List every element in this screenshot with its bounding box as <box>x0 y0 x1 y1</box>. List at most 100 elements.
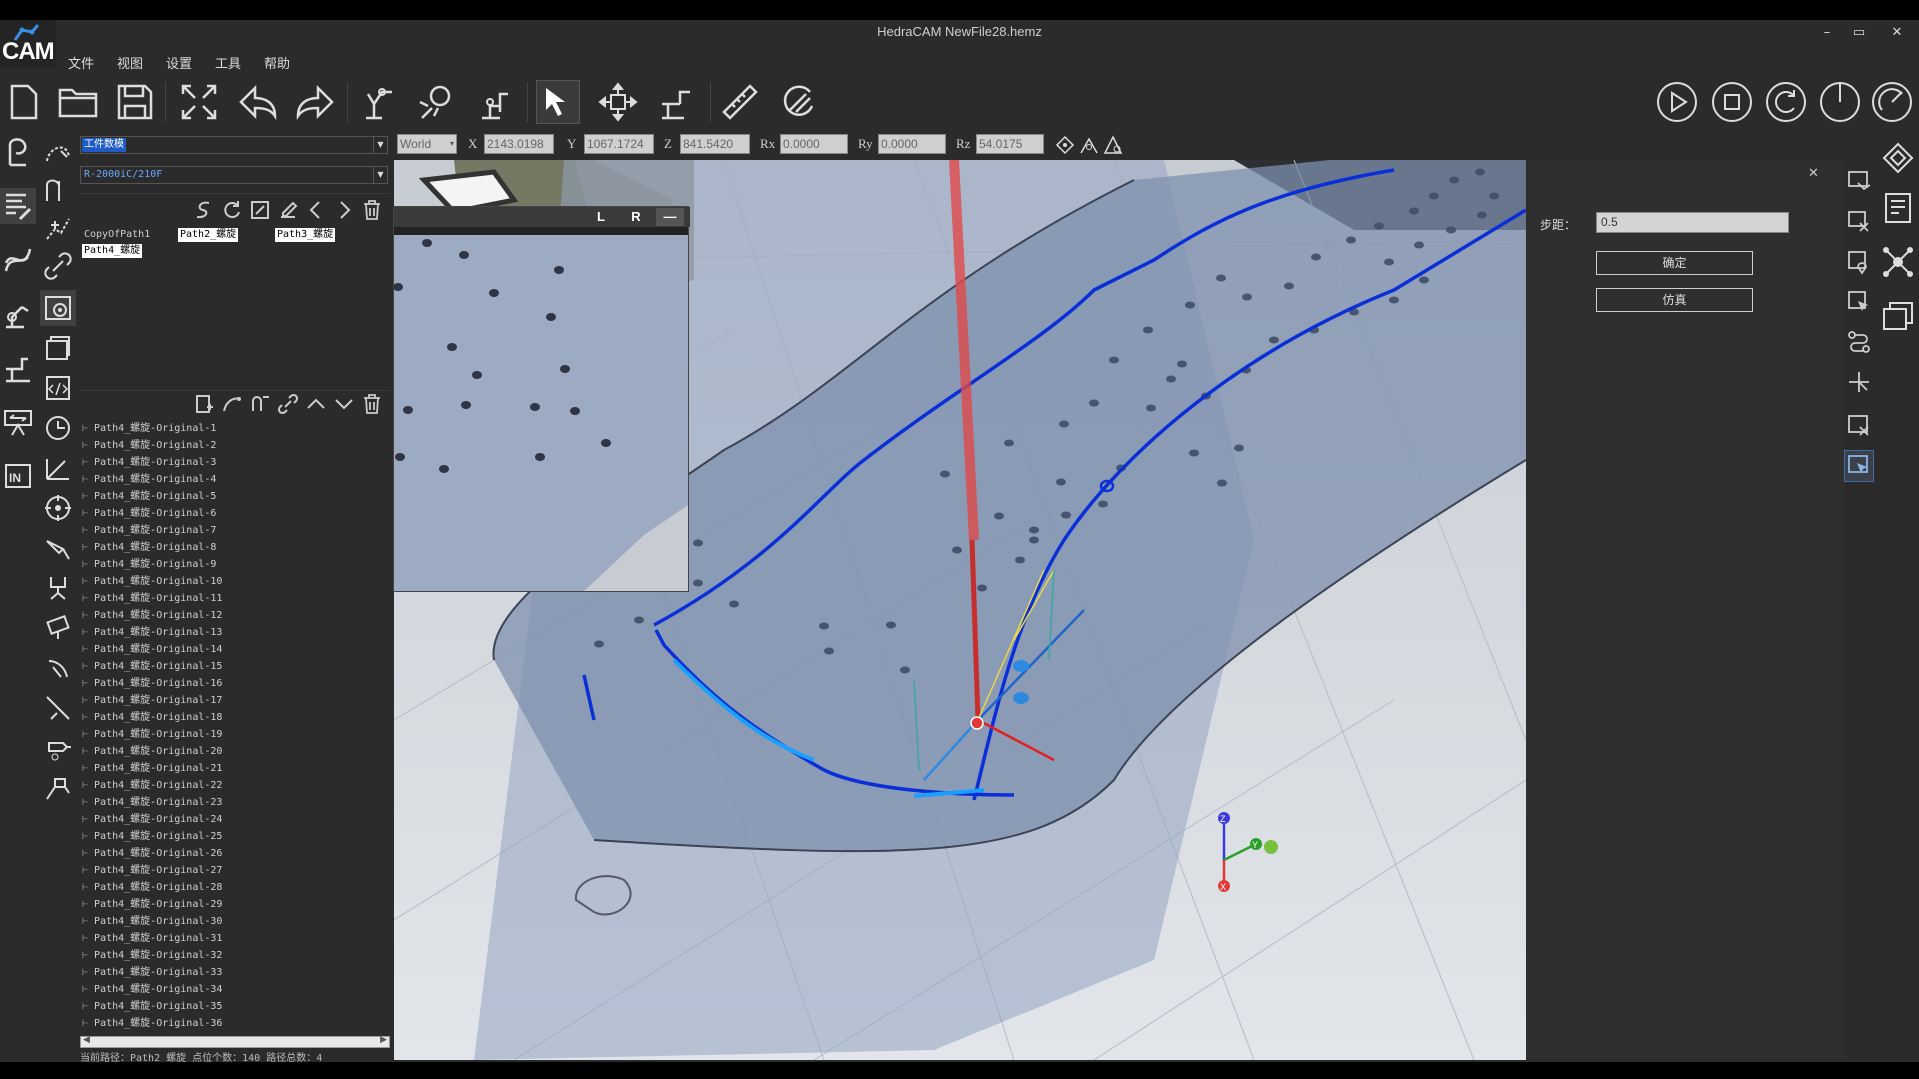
list-item[interactable]: ⊢ Path4_螺旋-Original-29 <box>80 896 390 913</box>
mini-minimize-button[interactable]: — <box>656 208 684 226</box>
edit-path-button[interactable] <box>248 198 272 222</box>
list-item[interactable]: ⊢ Path4_螺旋-Original-35 <box>80 998 390 1015</box>
robot-tool-button[interactable] <box>472 80 516 124</box>
snap-face-button[interactable] <box>1102 134 1124 156</box>
mini-right-button[interactable]: R <box>622 208 650 226</box>
list-item[interactable]: ⊢ Path4_螺旋-Original-30 <box>80 913 390 930</box>
list-item[interactable]: ⊢ Path4_螺旋-Original-7 <box>80 522 390 539</box>
axis-edit-icon[interactable] <box>1844 366 1874 398</box>
robot-base-button[interactable] <box>654 80 698 124</box>
check-path-icon[interactable] <box>1844 166 1874 198</box>
tcp-point[interactable] <box>970 716 984 730</box>
mini-left-button[interactable]: L <box>587 208 615 226</box>
simulate-button[interactable]: 仿真 <box>1596 288 1753 312</box>
link-point-button[interactable] <box>276 392 300 416</box>
rotate-snap-button[interactable] <box>776 80 820 124</box>
scroll-right-icon[interactable]: ▶ <box>380 1035 387 1045</box>
transfer-mode-icon[interactable] <box>0 404 36 440</box>
list-item[interactable]: ⊢ Path4_螺旋-Original-15 <box>80 658 390 675</box>
open-folder-button[interactable] <box>56 80 100 124</box>
angle-icon[interactable] <box>40 450 76 486</box>
rz-field[interactable]: 54.0175 <box>976 134 1044 154</box>
menu-settings[interactable]: 设置 <box>166 53 192 72</box>
spindle-icon[interactable] <box>40 610 76 646</box>
delete-path-button[interactable] <box>360 198 384 222</box>
list-item[interactable]: ⊢ Path4_螺旋-Original-23 <box>80 794 390 811</box>
scroll-left-icon[interactable]: ◀ <box>83 1035 90 1045</box>
ruler-button[interactable] <box>718 80 762 124</box>
ry-field[interactable]: 0.0000 <box>878 134 946 154</box>
select-pointer-button[interactable] <box>536 80 580 124</box>
list-item[interactable]: ⊢ Path4_螺旋-Original-36 <box>80 1015 390 1032</box>
y-field[interactable]: 1067.1724 <box>584 134 654 154</box>
list-horizontal-scrollbar[interactable]: ◀ ▶ <box>80 1035 390 1048</box>
list-item[interactable]: ⊢ Path4_螺旋-Original-22 <box>80 777 390 794</box>
robot-path-button[interactable] <box>358 80 402 124</box>
next-path-button[interactable] <box>332 198 356 222</box>
list-item[interactable]: ⊢ Path4_螺旋-Original-32 <box>80 947 390 964</box>
list-item[interactable]: ⊢ Path4_螺旋-Original-10 <box>80 573 390 590</box>
list-item[interactable]: ⊢ Path4_螺旋-Original-1 <box>80 420 390 437</box>
rx-field[interactable]: 0.0000 <box>780 134 848 154</box>
menu-help[interactable]: 帮助 <box>264 53 290 72</box>
fit-view-button[interactable] <box>177 80 221 124</box>
list-item[interactable]: ⊢ Path4_螺旋-Original-21 <box>80 760 390 777</box>
refresh-path-button[interactable] <box>220 198 244 222</box>
close-button[interactable]: ✕ <box>1886 24 1908 42</box>
list-item[interactable]: ⊢ Path4_螺旋-Original-20 <box>80 743 390 760</box>
list-item[interactable]: ⊢ Path4_螺旋-Original-28 <box>80 879 390 896</box>
list-item[interactable]: ⊢ Path4_螺旋-Original-34 <box>80 981 390 998</box>
path-tab-path4[interactable]: Path4_螺旋 <box>82 244 143 258</box>
list-item[interactable]: ⊢ Path4_螺旋-Original-16 <box>80 675 390 692</box>
list-item[interactable]: ⊢ Path4_螺旋-Original-17 <box>80 692 390 709</box>
list-item[interactable]: ⊢ Path4_螺旋-Original-3 <box>80 454 390 471</box>
list-item[interactable]: ⊢ Path4_螺旋-Original-12 <box>80 607 390 624</box>
add-point-button[interactable] <box>192 392 216 416</box>
point-edit-icon[interactable] <box>40 210 76 246</box>
step-input[interactable]: 0.5 <box>1596 212 1789 233</box>
menu-tools[interactable]: 工具 <box>215 53 241 72</box>
cutter-icon[interactable] <box>40 690 76 726</box>
menu-view[interactable]: 视图 <box>117 53 143 72</box>
list-item[interactable]: ⊢ Path4_螺旋-Original-13 <box>80 624 390 641</box>
axis-triad[interactable]: Z Y X <box>1174 800 1274 900</box>
target-icon[interactable] <box>40 490 76 526</box>
list-item[interactable]: ⊢ Path4_螺旋-Original-27 <box>80 862 390 879</box>
maximize-button[interactable]: ▭ <box>1848 24 1870 42</box>
list-item[interactable]: ⊢ Path4_螺旋-Original-9 <box>80 556 390 573</box>
robot-select[interactable]: R-2000iC/210F ▼ <box>80 166 388 184</box>
list-item[interactable]: ⊢ Path4_螺旋-Original-11 <box>80 590 390 607</box>
layers-icon[interactable] <box>40 330 76 366</box>
insert-point-button[interactable] <box>248 392 272 416</box>
robot-cell-icon[interactable] <box>0 350 36 386</box>
list-item[interactable]: ⊢ Path4_螺旋-Original-25 <box>80 828 390 845</box>
snap-edge-button[interactable] <box>1078 134 1100 156</box>
path-tab-path3[interactable]: Path3_螺旋 <box>275 228 336 242</box>
list-item[interactable]: ⊢ Path4_螺旋-Original-33 <box>80 964 390 981</box>
path-tab-path2[interactable]: Path2_螺旋 <box>178 228 239 242</box>
pointer-box-icon[interactable] <box>1844 286 1874 318</box>
polisher-icon[interactable] <box>40 770 76 806</box>
move-down-button[interactable] <box>332 392 356 416</box>
confirm-button[interactable]: 确定 <box>1596 251 1753 275</box>
drill-icon[interactable] <box>40 730 76 766</box>
curve-point-button[interactable] <box>220 392 244 416</box>
list-item[interactable]: ⊢ Path4_螺旋-Original-26 <box>80 845 390 862</box>
network-icon[interactable] <box>1880 244 1916 280</box>
nav-diamond-icon[interactable] <box>1880 140 1916 176</box>
write-path-button[interactable] <box>276 198 300 222</box>
minimize-button[interactable]: – <box>1816 24 1838 42</box>
scissors-icon[interactable] <box>1844 206 1874 238</box>
list-item[interactable]: ⊢ Path4_螺旋-Original-8 <box>80 539 390 556</box>
workpiece-select[interactable]: 工件数模 ▼ <box>80 136 388 154</box>
path-tab-copyofpath1[interactable]: CopyOfPath1 <box>82 228 152 242</box>
stop-button[interactable] <box>1710 80 1754 124</box>
robot-weld-button[interactable] <box>414 80 458 124</box>
location-icon[interactable] <box>1844 246 1874 278</box>
curve-mode-icon[interactable] <box>0 242 36 278</box>
move-button[interactable] <box>596 80 640 124</box>
spray-icon[interactable] <box>40 650 76 686</box>
save-button[interactable] <box>113 80 157 124</box>
curve-select-icon[interactable] <box>40 134 76 170</box>
mini-viewport[interactable]: L R — <box>393 206 690 592</box>
